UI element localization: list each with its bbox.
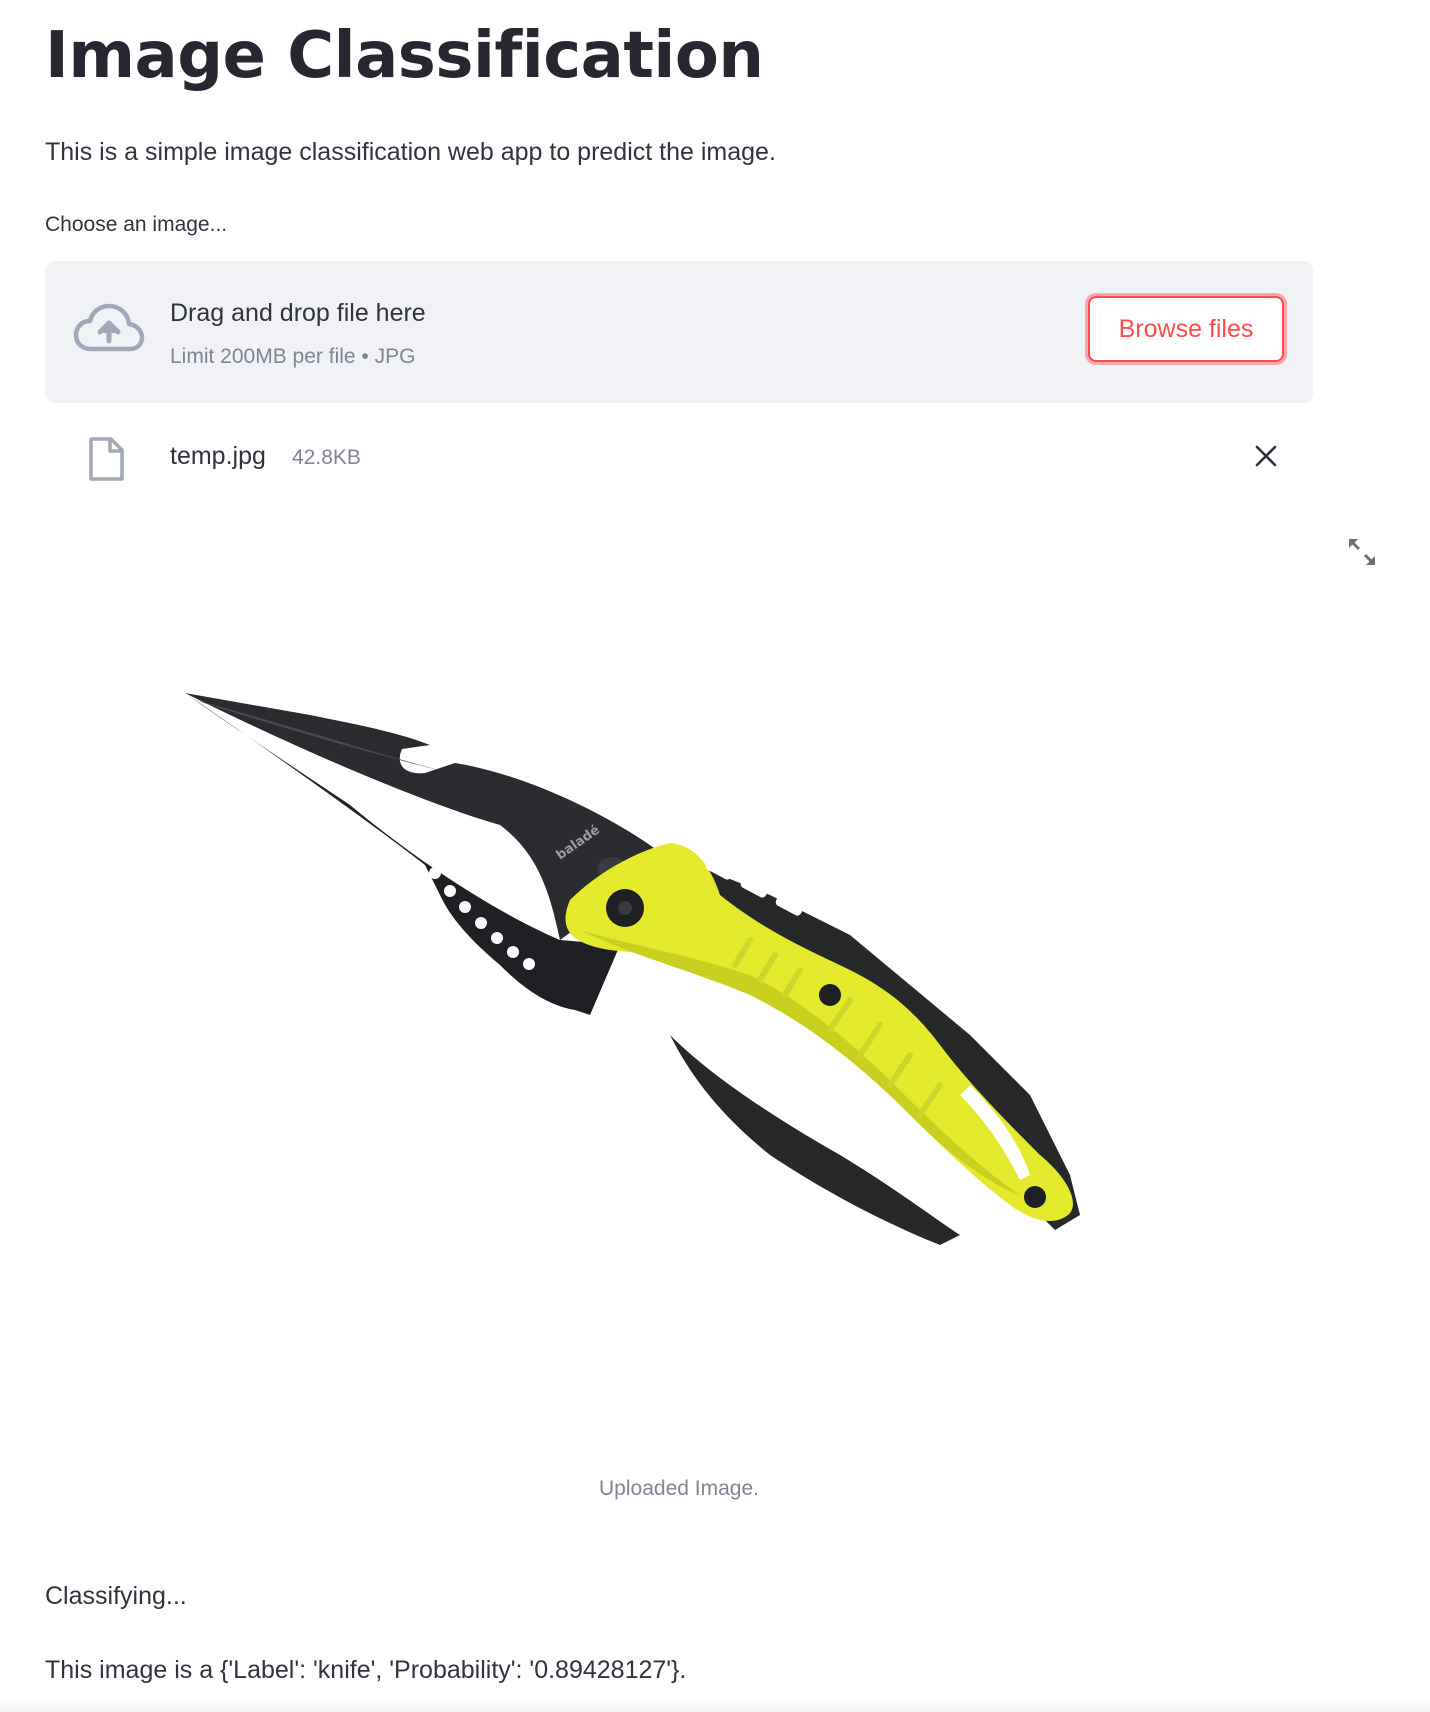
file-icon (89, 437, 124, 481)
page-title: Image Classification (45, 19, 764, 93)
uploaded-knife-image: baladé (185, 693, 1080, 1245)
cloud-upload-icon (73, 303, 145, 352)
page-description: This is a simple image classification we… (45, 138, 776, 166)
file-name: temp.jpg (170, 442, 266, 470)
dropzone-limit-text: Limit 200MB per file • JPG (170, 345, 416, 368)
file-size: 42.8KB (292, 446, 361, 469)
close-icon[interactable] (1246, 436, 1286, 476)
image-caption: Uploaded Image. (599, 1477, 759, 1500)
classification-status: Classifying... (45, 1582, 187, 1610)
browse-files-button[interactable]: Browse files (1088, 296, 1284, 362)
classification-result: This image is a {'Label': 'knife', 'Prob… (45, 1656, 687, 1684)
bottom-fade (0, 1698, 1430, 1712)
fullscreen-icon[interactable] (1345, 535, 1379, 569)
file-dropzone[interactable]: Drag and drop file here Limit 200MB per … (45, 261, 1313, 403)
dropzone-title: Drag and drop file here (170, 299, 426, 327)
uploader-label: Choose an image... (45, 213, 228, 236)
uploaded-file-row: temp.jpg 42.8KB (45, 424, 1313, 488)
